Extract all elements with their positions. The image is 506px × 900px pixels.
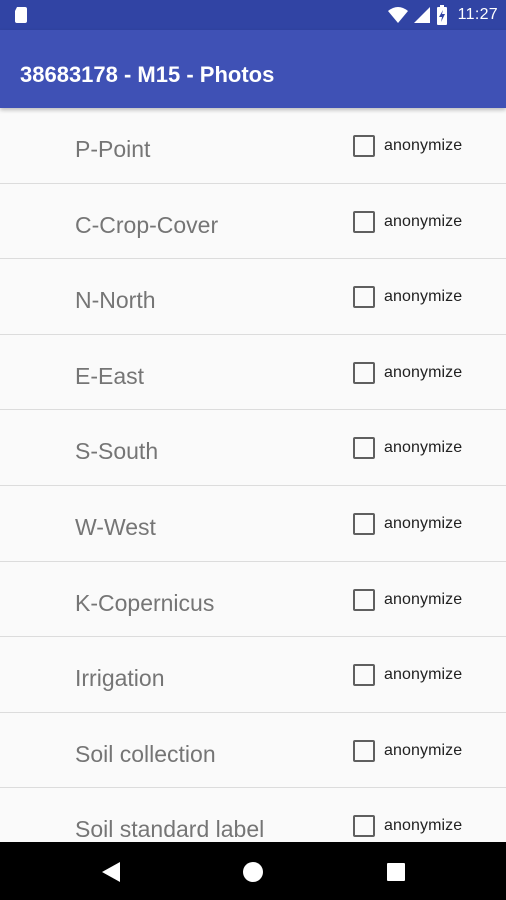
list-item[interactable]: Irrigation anonymize <box>0 637 506 713</box>
battery-charging-icon <box>436 5 447 25</box>
home-icon[interactable] <box>242 861 264 883</box>
status-time: 11:27 <box>457 6 498 23</box>
anonymize-checkbox[interactable] <box>353 361 375 384</box>
anonymize-checkbox[interactable] <box>353 135 375 157</box>
list-item-label: P-Point <box>75 136 151 162</box>
list-item-label: K-Copernicus <box>75 589 215 616</box>
page-title: 38683178 - M15 - Photos <box>20 62 275 87</box>
anonymize-control[interactable]: anonymize <box>353 739 463 762</box>
anonymize-control[interactable]: anonymize <box>353 286 463 309</box>
list-item[interactable]: Soil standard label anonymize <box>0 788 506 842</box>
anonymize-control[interactable]: anonymize <box>353 210 463 233</box>
photo-list: P-Point anonymize C-Crop-Cover anonymize N-N… <box>0 108 506 842</box>
anonymize-control[interactable]: anonymize <box>353 664 463 687</box>
cell-signal-icon <box>413 7 430 23</box>
list-item[interactable]: E-East anonymize <box>0 335 506 411</box>
anonymize-control[interactable]: anonymize <box>353 512 463 535</box>
anonymize-checkbox[interactable] <box>353 286 375 309</box>
anonymize-checkbox[interactable] <box>353 588 375 611</box>
sim-card-icon <box>15 7 27 23</box>
list-item[interactable]: Soil collection anonymize <box>0 713 506 789</box>
anonymize-label: anonymize <box>384 514 463 532</box>
anonymize-label: anonymize <box>384 741 463 759</box>
navigation-bar <box>0 842 506 900</box>
list-item-label: N-North <box>75 287 156 314</box>
anonymize-label: anonymize <box>384 363 463 381</box>
list-item[interactable]: S-South anonymize <box>0 410 506 486</box>
list-item-label: Soil collection <box>75 740 216 767</box>
anonymize-label: anonymize <box>384 137 463 154</box>
status-icons: 11:27 <box>387 4 498 26</box>
list-item-label: S-South <box>75 438 159 465</box>
wifi-icon <box>387 7 408 23</box>
list-item[interactable]: C-Crop-Cover anonymize <box>0 184 506 260</box>
anonymize-control[interactable]: anonymize <box>353 588 463 611</box>
anonymize-label: anonymize <box>384 817 463 835</box>
anonymize-checkbox[interactable] <box>353 210 375 233</box>
anonymize-label: anonymize <box>384 288 463 306</box>
anonymize-label: anonymize <box>384 666 463 684</box>
anonymize-checkbox[interactable] <box>353 815 375 838</box>
anonymize-checkbox[interactable] <box>353 739 375 762</box>
anonymize-control[interactable]: anonymize <box>353 135 462 157</box>
list-item[interactable]: N-North anonymize <box>0 259 506 335</box>
anonymize-control[interactable]: anonymize <box>353 361 463 384</box>
list-item[interactable]: P-Point anonymize <box>0 108 506 184</box>
list-item-label: E-East <box>75 362 145 389</box>
anonymize-control[interactable]: anonymize <box>353 437 463 460</box>
anonymize-label: anonymize <box>384 590 463 608</box>
anonymize-checkbox[interactable] <box>353 512 375 535</box>
list-item[interactable]: K-Copernicus anonymize <box>0 562 506 638</box>
status-bar: 11:27 <box>0 0 506 30</box>
anonymize-label: anonymize <box>384 212 463 230</box>
list-item-label: C-Crop-Cover <box>75 211 219 238</box>
list-item-label: Soil standard label <box>75 816 265 842</box>
anonymize-checkbox[interactable] <box>353 437 375 460</box>
app-bar: 38683178 - M15 - Photos <box>0 30 506 108</box>
anonymize-label: anonymize <box>384 439 463 457</box>
anonymize-control[interactable]: anonymize <box>353 815 463 838</box>
anonymize-checkbox[interactable] <box>353 664 375 687</box>
back-icon[interactable] <box>101 861 121 883</box>
list-item[interactable]: W-West anonymize <box>0 486 506 562</box>
list-item-label: Irrigation <box>75 665 165 692</box>
list-item-label: W-West <box>75 513 156 540</box>
recents-icon[interactable] <box>387 863 405 881</box>
